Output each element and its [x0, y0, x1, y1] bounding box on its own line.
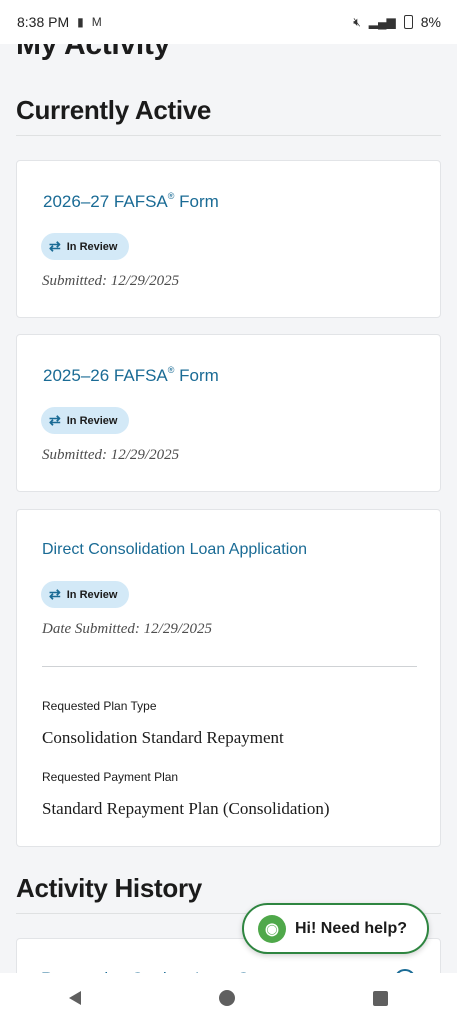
card-divider — [42, 666, 417, 667]
status-badge: ⇄ In Review — [41, 407, 129, 434]
requested-payment-plan-label: Requested Payment Plan — [42, 770, 179, 784]
need-help-label: Hi! Need help? — [295, 919, 408, 937]
system-nav-bar — [0, 973, 457, 1023]
signal-icon: ▂▄▆ — [368, 15, 396, 29]
mute-icon: 🔇︎ — [353, 14, 361, 29]
recent-apps-icon[interactable] — [373, 990, 388, 1006]
owl-mascot-icon: ◉ — [258, 914, 286, 943]
status-badge-label: In Review — [66, 414, 118, 427]
battery-percent: 8% — [420, 14, 441, 30]
activity-card-title-link[interactable]: 2026–27 FAFSA® Form — [43, 191, 219, 212]
sync-icon: ⇄ — [49, 412, 61, 428]
card-title-suffix: Form — [174, 192, 219, 211]
gmail-icon: M — [91, 15, 102, 29]
sync-icon: ⇄ — [49, 238, 61, 254]
status-time: 8:38 PM — [17, 14, 70, 30]
need-help-button[interactable]: ◉ Hi! Need help? — [242, 903, 429, 954]
back-icon[interactable] — [69, 991, 81, 1005]
card-title-suffix: Form — [174, 366, 219, 385]
registered-mark: ® — [167, 191, 175, 201]
requested-payment-plan-value: Standard Repayment Plan (Consolidation) — [42, 799, 330, 818]
submitted-date: Date Submitted: 12/29/2025 — [42, 621, 212, 637]
card-title-text: 2026–27 FAFSA — [43, 192, 168, 211]
section-divider — [16, 135, 441, 136]
section-title-activity-history: Activity History — [16, 873, 202, 903]
home-icon[interactable] — [219, 990, 235, 1006]
status-badge: ⇄ In Review — [41, 581, 129, 608]
notification-icon: ▮ — [77, 15, 84, 29]
activity-card: Direct Consolidation Loan Application ⇄ … — [16, 509, 441, 847]
activity-card-title-link[interactable]: 2025–26 FAFSA® Form — [43, 365, 219, 386]
status-badge-label: In Review — [66, 588, 118, 601]
requested-plan-type-label: Requested Plan Type — [42, 699, 157, 713]
requested-plan-type-value: Consolidation Standard Repayment — [42, 728, 284, 747]
activity-card: 2025–26 FAFSA® Form ⇄ In Review Submitte… — [16, 334, 441, 492]
sync-icon: ⇄ — [49, 586, 61, 602]
activity-card-title-link[interactable]: Direct Consolidation Loan Application — [42, 541, 307, 559]
status-badge: ⇄ In Review — [41, 233, 129, 260]
activity-card: 2026–27 FAFSA® Form ⇄ In Review Submitte… — [16, 160, 441, 318]
card-title-text: 2025–26 FAFSA — [43, 366, 168, 385]
status-badge-label: In Review — [66, 240, 118, 253]
submitted-date: Submitted: 12/29/2025 — [42, 273, 180, 289]
registered-mark: ® — [167, 365, 175, 375]
section-title-currently-active: Currently Active — [16, 95, 212, 125]
battery-icon — [403, 15, 413, 29]
submitted-date: Submitted: 12/29/2025 — [42, 447, 180, 463]
status-bar: 8:38 PM ▮ M 🔇︎ ▂▄▆ 8% — [0, 0, 457, 44]
